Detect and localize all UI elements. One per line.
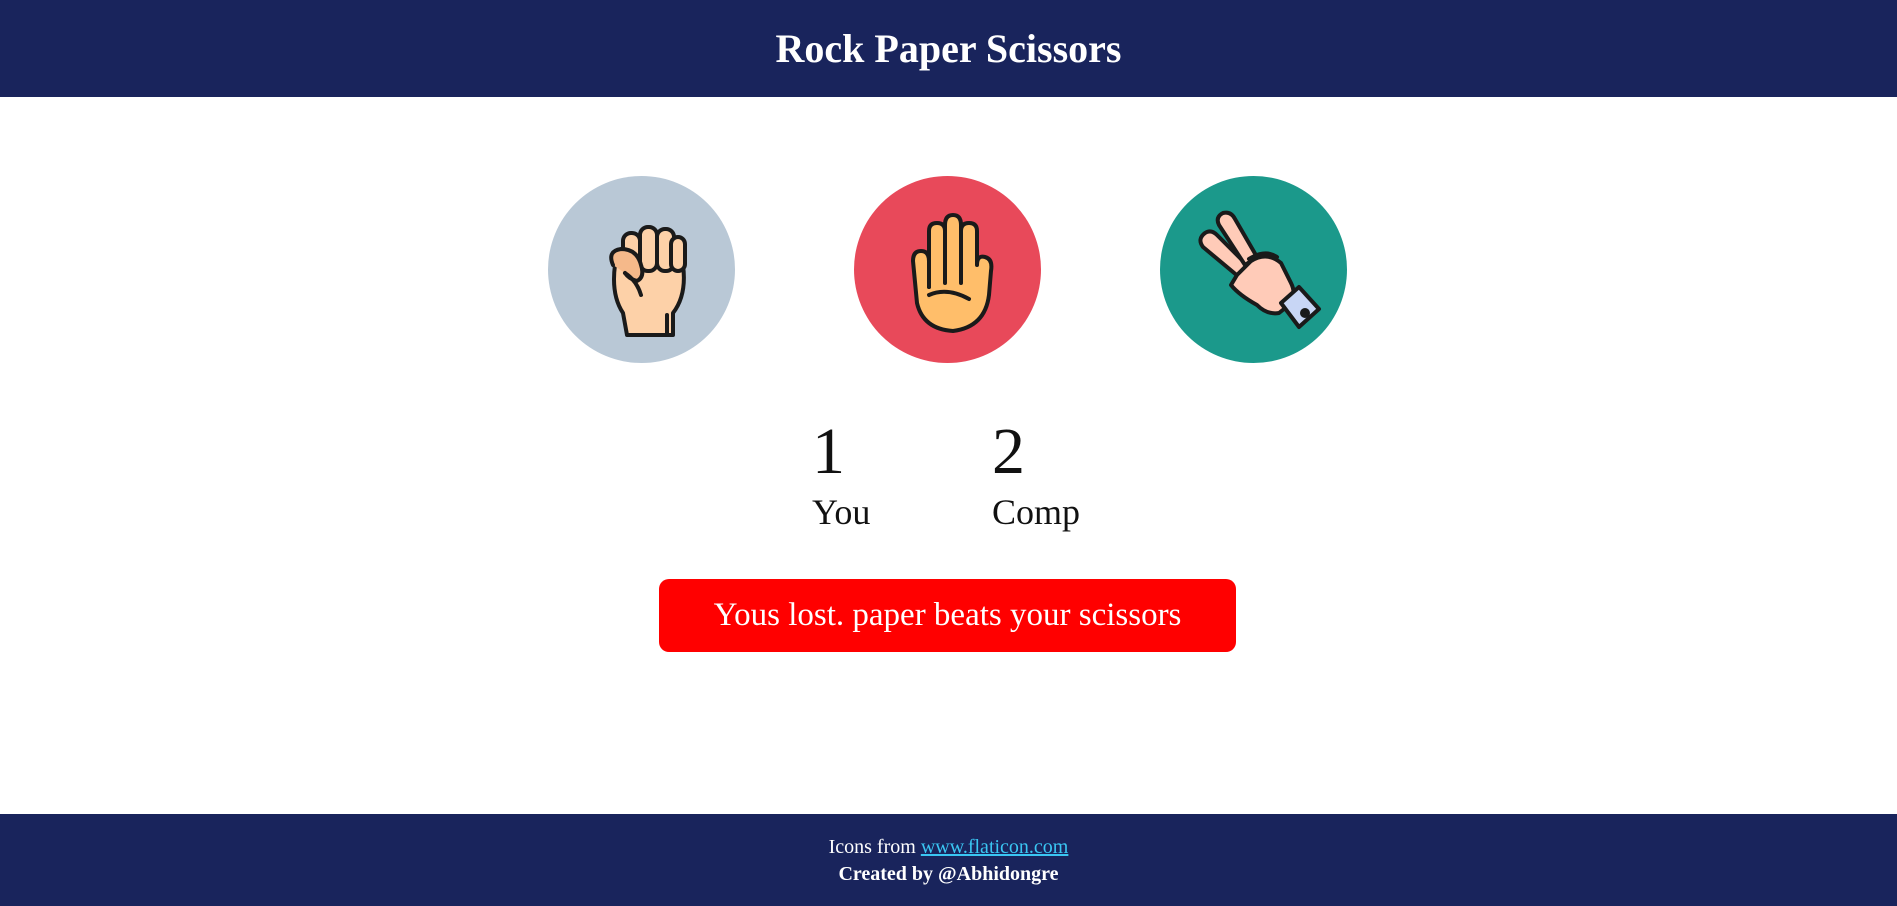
footer-bar: Icons from www.flaticon.com Created by @… bbox=[0, 814, 1897, 906]
page: Rock Paper Scissors 1 You 2 Comp Yous lo… bbox=[0, 0, 1897, 906]
comp-label: Comp bbox=[992, 492, 1081, 532]
page-title: Rock Paper Scissors bbox=[775, 26, 1122, 71]
icon-credit: Icons from www.flaticon.com bbox=[0, 834, 1897, 860]
rock-choice-button[interactable] bbox=[548, 176, 735, 363]
user-label: You bbox=[812, 492, 871, 532]
rock-fist-icon bbox=[608, 224, 687, 337]
comp-score-block: 2 Comp bbox=[992, 414, 1080, 534]
header-bar: Rock Paper Scissors bbox=[0, 0, 1897, 97]
paper-choice-button[interactable] bbox=[854, 176, 1041, 363]
paper-hand-icon bbox=[910, 212, 993, 333]
comp-score: 2 bbox=[992, 415, 1025, 488]
created-by-text: Created by @Abhidongre bbox=[838, 863, 1059, 885]
user-score-block: 1 You bbox=[812, 414, 870, 534]
flaticon-link[interactable]: www.flaticon.com bbox=[921, 836, 1069, 858]
result-message: Yous lost. paper beats your scissors bbox=[659, 579, 1236, 652]
icon-credit-prefix: Icons from bbox=[828, 836, 916, 858]
user-score: 1 bbox=[812, 415, 845, 488]
scissors-hand-icon bbox=[1197, 210, 1321, 329]
scissors-choice-button[interactable] bbox=[1160, 176, 1347, 363]
